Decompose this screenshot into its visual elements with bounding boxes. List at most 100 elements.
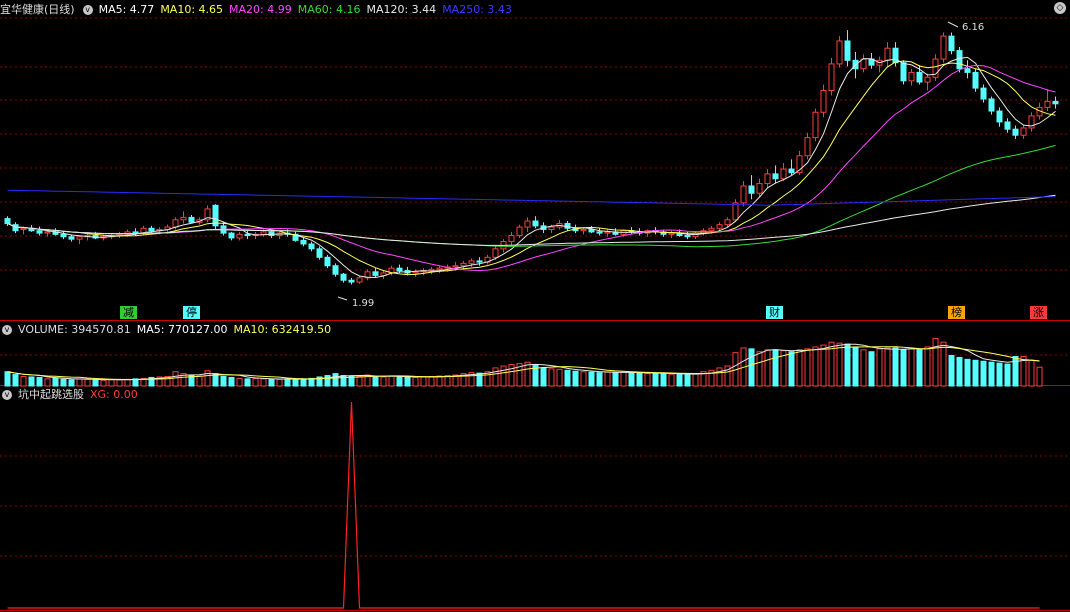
volume-bar xyxy=(4,371,11,387)
candle-body xyxy=(772,173,779,180)
marker-cai[interactable]: 财 xyxy=(766,306,783,319)
candle-body xyxy=(836,40,843,65)
candle-body xyxy=(1052,100,1059,105)
candle-body xyxy=(492,248,499,258)
marker-jian[interactable]: 减 xyxy=(120,306,137,319)
candle-body xyxy=(508,235,515,243)
candle-body xyxy=(748,185,755,194)
chevron-down-icon[interactable]: v xyxy=(82,5,93,15)
volume-bar xyxy=(924,346,931,387)
volume-bar xyxy=(572,370,579,387)
xg-signal-line xyxy=(7,401,1040,609)
volume-bar xyxy=(124,378,131,387)
volume-bar xyxy=(28,376,35,387)
volume-bar xyxy=(284,378,291,387)
price-header: 宜华健康(日线) v MA5: 4.77 MA10: 4.65 MA20: 4.99 MA… xyxy=(0,2,518,18)
volume-bar xyxy=(252,377,259,387)
volume-bar xyxy=(844,343,851,387)
volume-bar xyxy=(12,374,19,387)
volume-bar xyxy=(436,375,443,387)
candle-body xyxy=(356,277,363,283)
volume-bar xyxy=(940,341,947,387)
candle-body xyxy=(4,218,11,224)
volume-bar xyxy=(396,375,403,387)
volume-bar xyxy=(580,371,587,387)
candle-body xyxy=(1004,121,1011,130)
stock-title[interactable]: 宜华健康(日线) xyxy=(0,3,75,16)
volume-bar xyxy=(996,362,1003,387)
ma5-label: MA5: 4.77 xyxy=(98,3,155,16)
chevron-down-icon[interactable]: v xyxy=(2,325,12,335)
candle-body xyxy=(180,216,187,221)
candle-body xyxy=(396,267,403,272)
candle-body xyxy=(36,230,43,234)
candle-body xyxy=(732,202,739,221)
candle-body xyxy=(324,256,331,267)
candle-body xyxy=(812,111,819,139)
candle-body xyxy=(844,40,851,61)
chevron-down-icon[interactable]: v xyxy=(2,390,12,400)
volume-bar xyxy=(108,379,115,387)
candle-body xyxy=(596,231,603,234)
volume-bar xyxy=(908,348,915,387)
marker-zhang[interactable]: 涨 xyxy=(1030,306,1047,319)
volume-bar xyxy=(972,359,979,387)
ma20-label: MA20: 4.99 xyxy=(229,3,292,16)
volume-bar xyxy=(756,351,763,387)
volume-bar xyxy=(980,360,987,387)
volume-bar xyxy=(956,356,963,387)
candle-body xyxy=(740,185,747,204)
volume-bar xyxy=(676,374,683,387)
ma60-line xyxy=(7,144,1056,248)
candle-body xyxy=(1012,128,1019,136)
volume-bar xyxy=(20,375,27,387)
volume-bar xyxy=(260,378,267,387)
candle-body xyxy=(412,271,419,274)
ma60-label: MA60: 4.16 xyxy=(297,3,361,16)
candle-body xyxy=(268,231,275,237)
volume-bar xyxy=(764,349,771,387)
volume-bar xyxy=(660,373,667,387)
volume-bar xyxy=(492,367,499,387)
volume-bar xyxy=(244,378,251,387)
ma10-label: MA10: 4.65 xyxy=(160,3,224,16)
candle-body xyxy=(980,87,987,100)
vol-ma5-label: MA5: 770127.00 xyxy=(136,323,228,336)
volume-bar xyxy=(556,368,563,387)
volume-bar xyxy=(636,372,643,387)
candle-body xyxy=(756,183,763,194)
candle-body xyxy=(516,226,523,237)
candle-body xyxy=(468,260,475,264)
volume-bar xyxy=(268,378,275,387)
diamond-icon[interactable]: ◇ xyxy=(1054,2,1066,14)
candle-body xyxy=(188,216,195,223)
candle-body xyxy=(300,239,307,245)
candle-body xyxy=(372,271,379,276)
volume-bar xyxy=(804,348,811,387)
volume-bar xyxy=(812,346,819,387)
candle-body xyxy=(532,220,539,227)
volume-bar xyxy=(36,376,43,387)
ma120-label: MA120: 3.44 xyxy=(366,3,437,16)
candle-body xyxy=(436,267,443,270)
volume-bar xyxy=(1004,363,1011,387)
volume-bar xyxy=(796,349,803,387)
candle-body xyxy=(684,235,691,238)
volume-bar xyxy=(852,346,859,387)
volume-bar xyxy=(892,347,899,387)
volume-bar xyxy=(876,348,883,387)
low-price-arrow xyxy=(337,296,348,301)
candle-body xyxy=(316,248,323,258)
volume-bar xyxy=(884,347,891,387)
candle-body xyxy=(940,35,947,60)
volume-bar xyxy=(380,376,387,387)
volume-bar xyxy=(932,337,939,387)
volume-bar xyxy=(772,349,779,387)
marker-bang[interactable]: 榜 xyxy=(948,306,965,319)
marker-ting[interactable]: 停 xyxy=(183,306,200,319)
candle-body xyxy=(788,168,795,174)
candle-body xyxy=(148,227,155,232)
candle-body xyxy=(132,231,139,234)
volume-bar xyxy=(628,372,635,387)
candle-body xyxy=(668,232,675,235)
